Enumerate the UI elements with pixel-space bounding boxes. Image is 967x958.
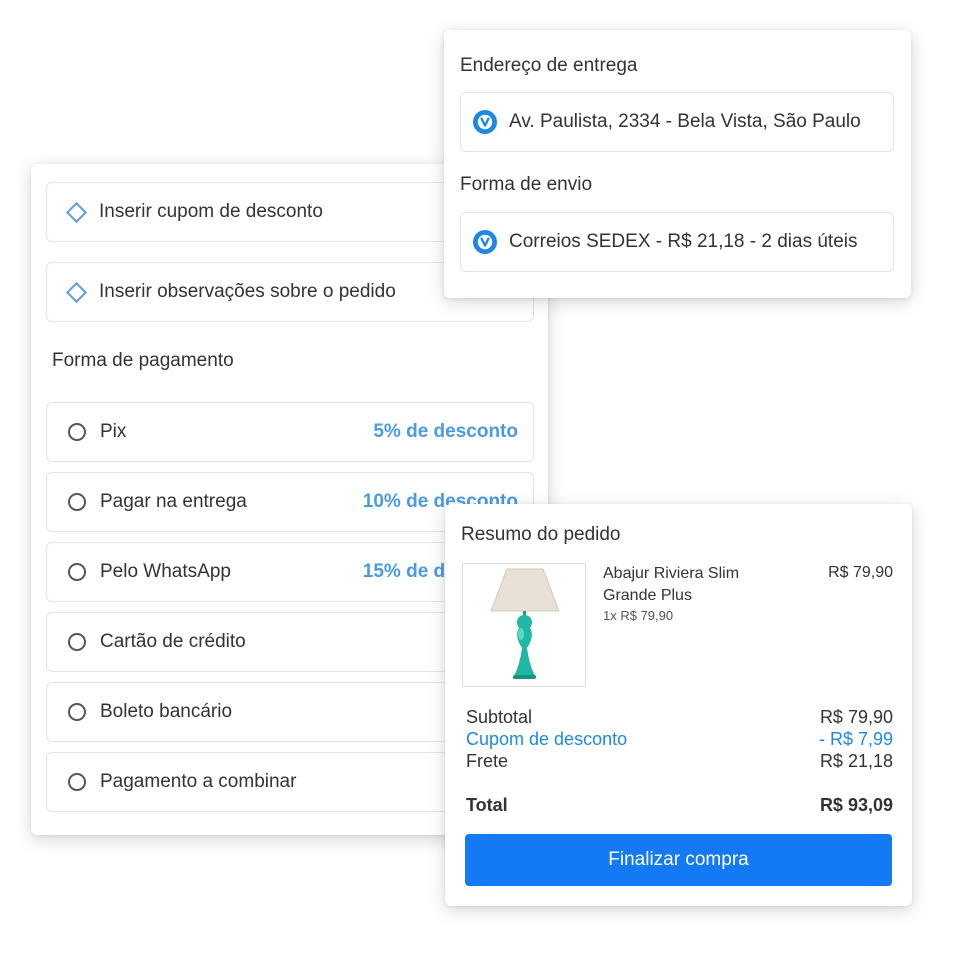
address-option[interactable]: Av. Paulista, 2334 - Bela Vista, São Pau… — [460, 92, 894, 152]
payment-option-label: Cartão de crédito — [100, 631, 246, 652]
shipping-label: Frete — [466, 751, 509, 771]
product-quantity: 1x R$ 79,90 — [603, 608, 674, 623]
shipping-card: Endereço de entrega Av. Paulista, 2334 -… — [444, 30, 911, 298]
address-text: Av. Paulista, 2334 - Bela Vista, São Pau… — [509, 111, 861, 132]
radio-icon[interactable] — [68, 423, 86, 441]
radio-icon[interactable] — [68, 703, 86, 721]
radio-icon[interactable] — [68, 563, 86, 581]
notes-toggle-label: Inserir observações sobre o pedido — [99, 281, 396, 302]
payment-option-label: Pelo WhatsApp — [100, 561, 231, 582]
summary-title: Resumo do pedido — [461, 524, 621, 545]
finish-purchase-button[interactable]: Finalizar compra — [465, 834, 892, 886]
check-circle-icon — [473, 110, 497, 134]
discount-badge: 5% de desconto — [373, 421, 518, 442]
shipping-value: R$ 21,18 — [819, 751, 893, 771]
shipping-method-title: Forma de envio — [460, 174, 593, 195]
radio-icon[interactable] — [68, 773, 86, 791]
coupon-value: - R$ 7,99 — [818, 729, 893, 749]
lamp-icon — [490, 568, 560, 679]
total-value: R$ 93,09 — [819, 795, 893, 815]
subtotal-row: Subtotal R$ 79,90 — [466, 707, 893, 728]
product-price: R$ 79,90 — [828, 564, 893, 581]
payment-option-label: Pix — [100, 421, 127, 442]
payment-option-label: Boleto bancário — [100, 701, 233, 722]
product-image — [462, 563, 586, 687]
address-title: Endereço de entrega — [460, 55, 638, 76]
radio-icon[interactable] — [68, 633, 86, 651]
diamond-icon — [65, 281, 88, 303]
total-label: Total — [466, 795, 508, 815]
radio-icon[interactable] — [68, 493, 86, 511]
payment-title: Forma de pagamento — [52, 350, 234, 371]
coupon-row: Cupom de desconto - R$ 7,99 — [466, 729, 893, 750]
total-row: Total R$ 93,09 — [466, 795, 893, 816]
coupon-label: Cupom de desconto — [466, 729, 628, 749]
subtotal-label: Subtotal — [466, 707, 533, 727]
subtotal-value: R$ 79,90 — [819, 707, 893, 727]
shipping-row: Frete R$ 21,18 — [466, 751, 893, 772]
coupon-toggle-label: Inserir cupom de desconto — [99, 201, 323, 222]
product-name: Abajur Riviera Slim Grande Plus — [603, 565, 740, 604]
payment-option-pix[interactable]: Pix 5% de desconto — [46, 402, 534, 462]
payment-option-label: Pagar na entrega — [100, 491, 247, 512]
order-summary-card: Resumo do pedido Abajur Riviera Slim Gra… — [445, 504, 912, 906]
shipping-method-text: Correios SEDEX - R$ 21,18 - 2 dias úteis — [509, 231, 858, 252]
diamond-icon — [65, 201, 88, 223]
shipping-method-option[interactable]: Correios SEDEX - R$ 21,18 - 2 dias úteis — [460, 212, 894, 272]
payment-option-label: Pagamento a combinar — [100, 771, 297, 792]
check-circle-icon — [473, 230, 497, 254]
